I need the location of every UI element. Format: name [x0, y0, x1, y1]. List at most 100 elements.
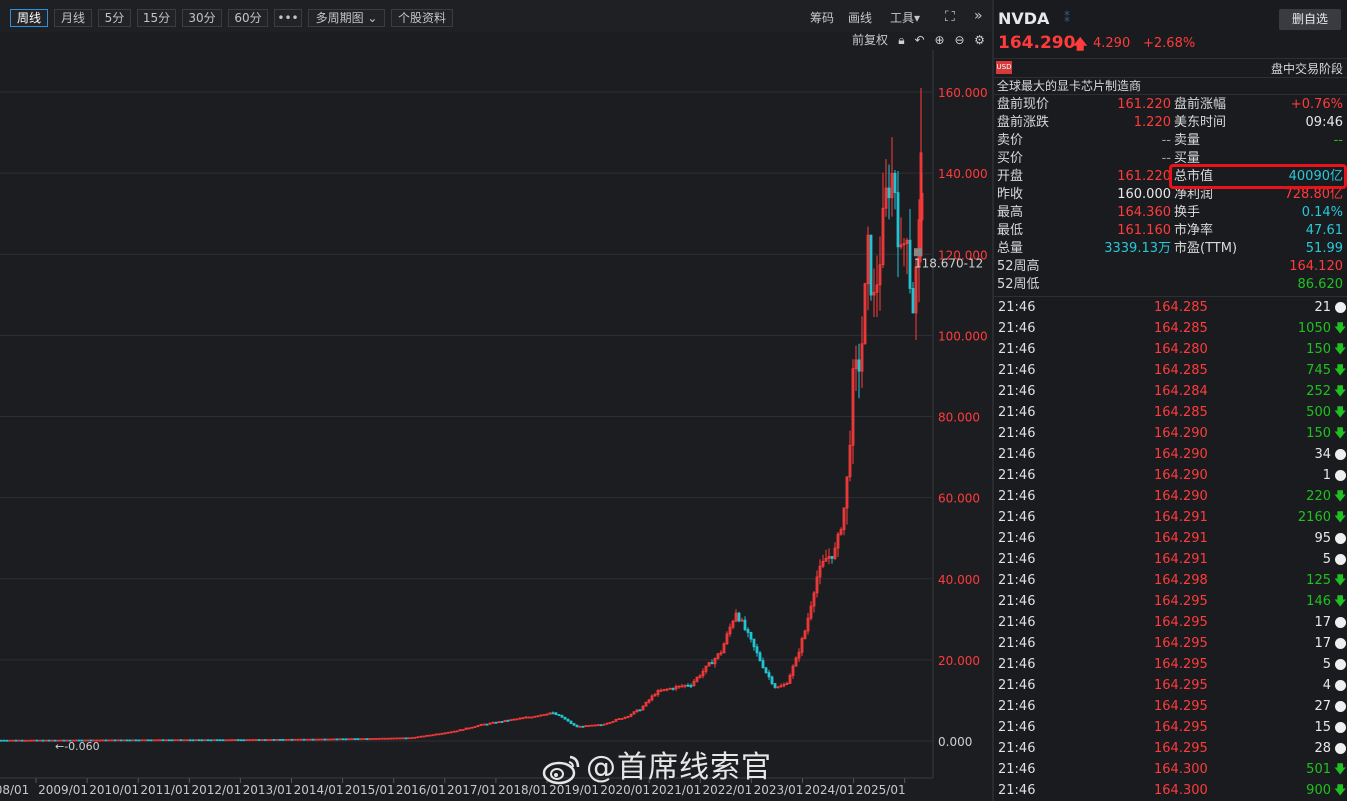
chart-subbar: 前复权 🔒︎ ↶ ⊕ ⊖ ⚙	[0, 32, 992, 50]
tick-price: 164.285	[1154, 363, 1208, 378]
draw-line-button[interactable]: 画线	[848, 10, 872, 26]
price-change-pct: +2.68%	[1143, 36, 1196, 51]
candle-body	[326, 738, 330, 741]
multi-period-dropdown[interactable]: 多周期图 ⌄	[308, 9, 385, 27]
trade-tick-row: 21:46 164.300 501 🡇	[994, 759, 1347, 780]
candle-body	[251, 739, 255, 741]
candle-body	[428, 734, 432, 737]
chips-button[interactable]: 筹码	[810, 10, 834, 26]
tick-time: 21:46	[998, 363, 1036, 378]
settings-gear-icon[interactable]: ⚙	[973, 34, 986, 47]
candle-body	[374, 737, 378, 740]
stock-profile-button[interactable]: 个股资料	[391, 9, 453, 27]
tick-time: 21:46	[998, 615, 1036, 630]
candle-body	[227, 739, 231, 742]
candle-body	[461, 729, 465, 731]
candle-body	[266, 739, 270, 741]
expand-icon[interactable]: ⛶	[945, 9, 955, 25]
period-15min-button[interactable]: 15分	[137, 9, 176, 27]
candle-body	[743, 619, 747, 631]
candle-body	[41, 739, 45, 742]
remove-watchlist-button[interactable]: 删自选	[1279, 9, 1341, 30]
candle-body	[563, 716, 567, 720]
crosshair-marker	[914, 248, 922, 257]
candle-body	[560, 714, 564, 718]
tick-price: 164.295	[1154, 636, 1208, 651]
candle-body	[269, 739, 273, 741]
quote-grid-row: 52周低 86.620	[994, 276, 1347, 294]
tick-price: 164.285	[1154, 300, 1208, 315]
trade-tick-row: 21:46 164.295 17	[994, 633, 1347, 654]
candle-body	[401, 737, 405, 740]
neutral-dot-icon	[1335, 617, 1346, 628]
quote-field-label: 市盈(TTM)	[1174, 241, 1238, 256]
up-arrow-icon: 🡅	[1073, 37, 1088, 53]
tick-time: 21:46	[998, 447, 1036, 462]
tick-time: 21:46	[998, 699, 1036, 714]
candle-body	[191, 739, 195, 742]
tick-volume: 500	[1306, 405, 1331, 420]
period-monthly-button[interactable]: 月线	[54, 9, 92, 27]
period-30min-button[interactable]: 30分	[182, 9, 222, 27]
quote-field-value: +0.76%	[1290, 97, 1343, 112]
quote-field-value: --	[1333, 133, 1343, 148]
candle-body	[554, 712, 558, 716]
period-60min-button[interactable]: 60分	[228, 9, 268, 27]
more-periods-button[interactable]: •••	[274, 9, 302, 27]
candle-body	[188, 739, 192, 742]
down-arrow-icon: 🡇	[1334, 384, 1347, 398]
candle-body	[530, 716, 534, 719]
candle-body	[407, 737, 411, 740]
candle-body	[329, 738, 333, 741]
y-tick-label: 60.000	[938, 492, 980, 506]
adjust-mode-label[interactable]: 前复权	[852, 32, 888, 48]
trade-tick-row: 21:46 164.290 34	[994, 444, 1347, 465]
tick-price: 164.291	[1154, 531, 1208, 546]
candle-body	[383, 737, 387, 740]
tick-volume: 15	[1314, 720, 1331, 735]
tick-price: 164.285	[1154, 321, 1208, 336]
period-weekly-button[interactable]: 周线	[10, 9, 48, 27]
tick-time: 21:46	[998, 342, 1036, 357]
zoom-in-icon[interactable]: ⊕	[933, 34, 946, 47]
candle-body	[506, 719, 510, 722]
tick-volume: 17	[1314, 636, 1331, 651]
candle-body	[551, 712, 555, 715]
tick-volume: 34	[1314, 447, 1331, 462]
tick-time: 21:46	[998, 321, 1036, 336]
usd-currency-badge: USD	[996, 61, 1012, 74]
tick-volume: 150	[1306, 426, 1331, 441]
tick-time: 21:46	[998, 405, 1036, 420]
candle-body	[749, 632, 753, 640]
trade-tick-row: 21:46 164.290 150 🡇	[994, 423, 1347, 444]
undo-icon[interactable]: ↶	[913, 34, 926, 47]
double-chevron-right-icon[interactable]: »	[974, 8, 983, 24]
tools-dropdown[interactable]: 工具▾	[890, 10, 920, 26]
trade-tick-row: 21:46 164.295 5	[994, 654, 1347, 675]
quote-field-label: 开盘	[997, 169, 1024, 184]
candle-body	[299, 738, 303, 741]
candle-body	[320, 738, 324, 741]
candle-body	[395, 737, 399, 740]
trade-tick-row: 21:46 164.295 146 🡇	[994, 591, 1347, 612]
candle-body	[284, 738, 288, 741]
x-tick-label: 2024/01	[805, 783, 855, 797]
candle-body	[857, 359, 861, 372]
zoom-out-icon[interactable]: ⊖	[953, 34, 966, 47]
x-tick-label: 08/01	[0, 783, 29, 797]
candle-body	[371, 738, 375, 740]
candle-body	[311, 738, 315, 741]
candle-body	[893, 172, 897, 194]
candle-body	[290, 738, 294, 741]
tick-price: 164.295	[1154, 594, 1208, 609]
link-icon[interactable]: ⁑	[1064, 11, 1072, 25]
chart-svg[interactable]: 160.000140.000120.000100.00080.00060.000…	[0, 50, 992, 801]
candlestick-chart[interactable]: 160.000 140.000 120.000 100.000 80.000 60.000…	[0, 50, 992, 801]
trade-ticks-list[interactable]: 21:46 164.285 21 21:46 164.285 1050 🡇 21:46 164.…	[994, 296, 1347, 801]
quote-grid: 盘前现价 161.220 盘前涨幅 +0.76% 盘前涨跌 1.220 美东时间 09:46 卖…	[994, 96, 1347, 296]
candle-body	[131, 739, 135, 742]
lock-icon[interactable]: 🔒︎	[895, 34, 908, 47]
period-5min-button[interactable]: 5分	[98, 9, 131, 27]
trade-tick-row: 21:46 164.295 27	[994, 696, 1347, 717]
quote-field-label: 盘前现价	[997, 97, 1050, 112]
